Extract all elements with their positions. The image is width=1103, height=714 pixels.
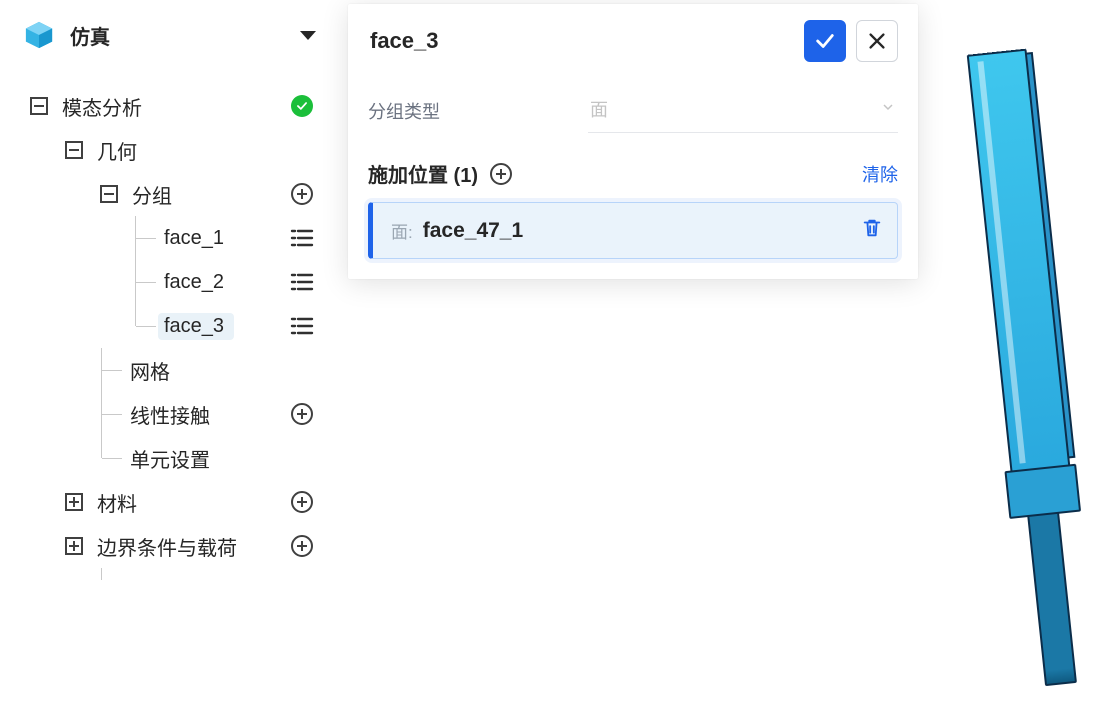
status-ok-icon xyxy=(288,92,316,120)
tree-node-label: 求解器 xyxy=(130,576,190,581)
tree-node-label: face_1 xyxy=(164,227,224,250)
list-icon[interactable] xyxy=(288,268,316,296)
tree-node-label: 网格 xyxy=(130,356,170,385)
property-title: face_3 xyxy=(368,28,794,54)
sidebar-title: 仿真 xyxy=(70,21,284,50)
add-contact-button[interactable] xyxy=(288,400,316,428)
group-type-select[interactable]: 面 xyxy=(588,88,898,133)
tree-node-label: 单元设置 xyxy=(130,444,210,473)
add-group-button[interactable] xyxy=(288,180,316,208)
tree-node-boundary-loads[interactable]: 边界条件与载荷 xyxy=(0,524,334,568)
tree-node-groups[interactable]: 分组 xyxy=(0,172,334,216)
list-icon[interactable] xyxy=(288,224,316,252)
sidebar-header: 仿真 xyxy=(0,0,334,70)
add-material-button[interactable] xyxy=(288,488,316,516)
collapse-icon[interactable] xyxy=(30,97,48,115)
section-applied-positions: 施加位置 (1) 清除 xyxy=(368,159,898,188)
list-icon[interactable] xyxy=(288,312,316,340)
collapse-icon[interactable] xyxy=(100,185,118,203)
add-position-button[interactable] xyxy=(490,163,512,185)
selection-name: face_47_1 xyxy=(423,219,861,243)
model-mid xyxy=(1004,464,1081,519)
add-boundary-button[interactable] xyxy=(288,532,316,560)
tree-node-label: 材料 xyxy=(97,488,137,517)
sidebar: 仿真 模态分析 几何 xyxy=(0,0,334,580)
tree-node-label: 线性接触 xyxy=(130,400,210,429)
tree-node-mesh[interactable]: 网格 xyxy=(0,348,334,392)
model-stem xyxy=(1027,512,1077,686)
field-label: 分组类型 xyxy=(368,98,588,124)
tree-node-material[interactable]: 材料 xyxy=(0,480,334,524)
app-root: 仿真 模态分析 几何 xyxy=(0,0,1103,714)
field-group-type: 分组类型 面 xyxy=(368,88,898,133)
tree-leaf-face-2[interactable]: face_2 xyxy=(0,260,334,304)
close-button[interactable] xyxy=(856,20,898,62)
tree-node-label: 边界条件与载荷 xyxy=(97,532,237,561)
chevron-down-icon xyxy=(880,99,896,120)
expand-icon[interactable] xyxy=(65,493,83,511)
viewport-3d-model[interactable] xyxy=(937,45,1103,694)
tree-node-label: 几何 xyxy=(97,136,137,165)
tree-node-modal-analysis[interactable]: 模态分析 xyxy=(0,84,334,128)
tree-node-contact[interactable]: 线性接触 xyxy=(0,392,334,436)
tree-node-label: 分组 xyxy=(132,180,172,209)
tree-leaf-face-3[interactable]: face_3 xyxy=(0,304,334,348)
tree-node-label: face_3 xyxy=(158,313,234,340)
tree-node-label: face_2 xyxy=(164,271,224,294)
clear-button[interactable]: 清除 xyxy=(862,161,898,187)
property-panel: face_3 分组类型 面 施加位置 (1) 清除 面: face xyxy=(348,4,918,279)
tree-leaf-face-1[interactable]: face_1 xyxy=(0,216,334,260)
tree-node-geometry[interactable]: 几何 xyxy=(0,128,334,172)
section-title: 施加位置 (1) xyxy=(368,159,478,188)
property-header: face_3 xyxy=(368,20,898,62)
tree-node-element-settings[interactable]: 单元设置 xyxy=(0,436,334,480)
tree: 模态分析 几何 分组 xyxy=(0,70,334,580)
selected-face-item[interactable]: 面: face_47_1 xyxy=(368,202,898,259)
collapse-icon[interactable] xyxy=(65,141,83,159)
simulation-cube-icon xyxy=(24,20,54,50)
tree-node-solver[interactable]: 求解器 xyxy=(0,568,334,580)
tree-node-label: 模态分析 xyxy=(62,92,142,121)
confirm-button[interactable] xyxy=(804,20,846,62)
selection-type-label: 面: xyxy=(391,218,413,243)
expand-icon[interactable] xyxy=(65,537,83,555)
select-value: 面 xyxy=(590,96,880,122)
delete-icon[interactable] xyxy=(861,217,883,244)
sidebar-menu-caret-icon[interactable] xyxy=(300,31,316,40)
